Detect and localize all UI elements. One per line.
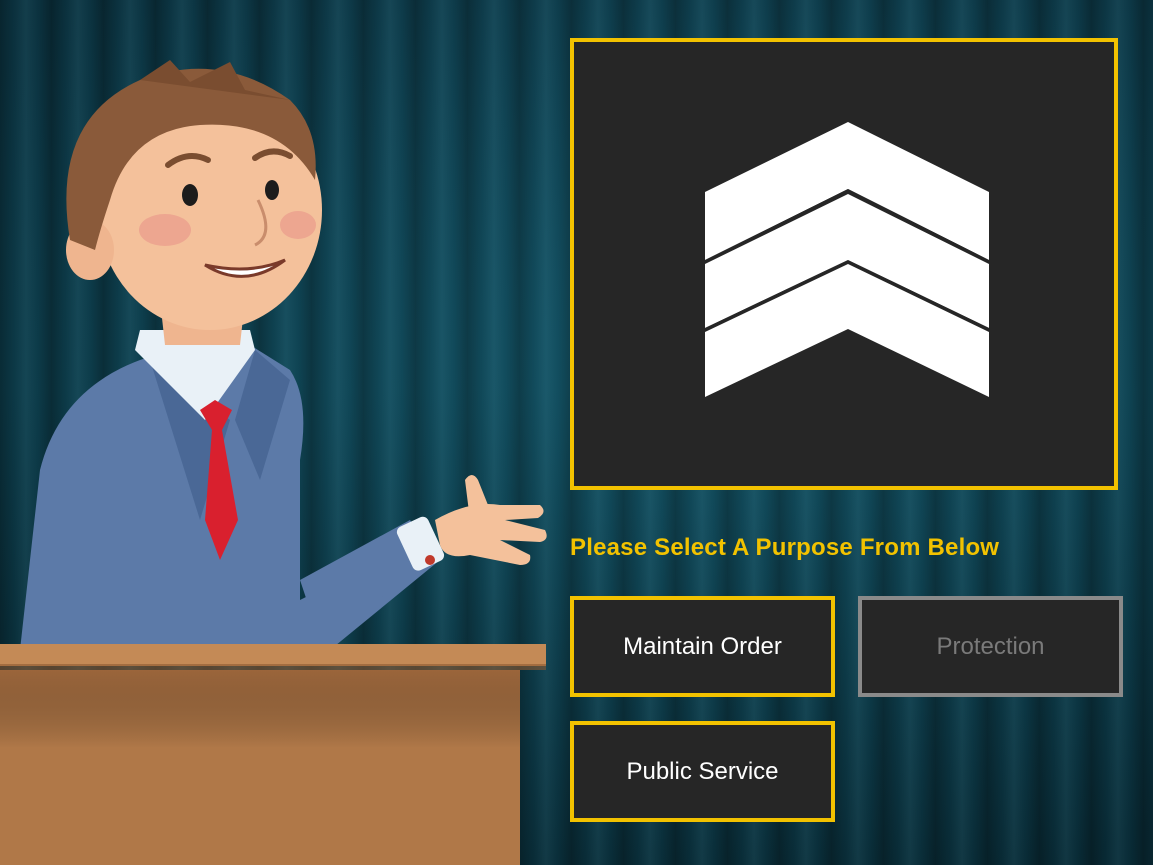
protection-button[interactable]: Protection — [858, 596, 1123, 697]
media-display-panel — [570, 38, 1118, 490]
public-service-label: Public Service — [626, 757, 779, 785]
chevron-rank-insignia-icon — [705, 122, 989, 397]
purpose-prompt: Please Select A Purpose From Below — [570, 534, 1000, 561]
maintain-order-label: Maintain Order — [623, 632, 782, 660]
presenter-character — [0, 60, 547, 865]
maintain-order-button[interactable]: Maintain Order — [570, 596, 835, 697]
public-service-button[interactable]: Public Service — [570, 721, 835, 822]
protection-label: Protection — [936, 632, 1045, 660]
